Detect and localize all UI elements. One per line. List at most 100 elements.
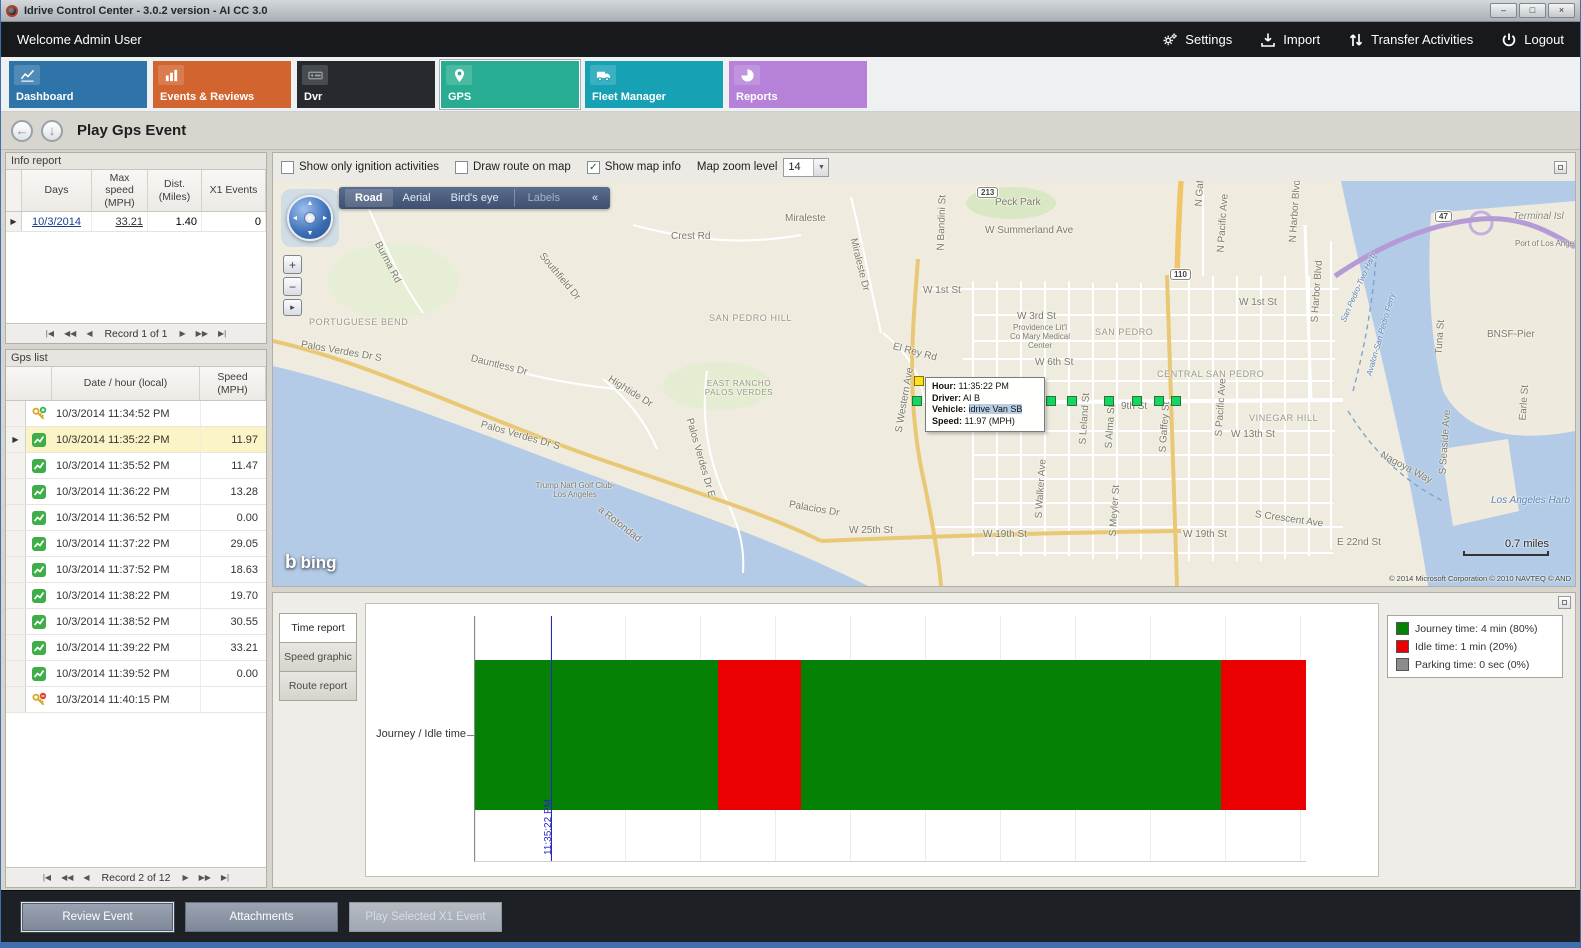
checkbox-draw-route-on-map[interactable]: Draw route on map <box>455 161 571 174</box>
module-tabs: DashboardEvents & ReviewsDvrGPSFleet Man… <box>1 57 1580 112</box>
row-indicator <box>6 661 26 686</box>
transfer-activities-button[interactable]: Transfer Activities <box>1348 32 1473 48</box>
zoom-out-button[interactable]: − <box>283 277 302 296</box>
chart-tab-time-report[interactable]: Time report <box>279 613 357 643</box>
zoom-in-button[interactable]: + <box>283 255 302 274</box>
day-link[interactable]: 10/3/2014 <box>32 216 81 228</box>
next-record-button[interactable]: ▶ <box>178 329 188 338</box>
tab-fleet-manager[interactable]: Fleet Manager <box>585 61 723 108</box>
chart-tabs: Time reportSpeed graphicRoute report <box>279 613 357 877</box>
column-days[interactable]: Days <box>22 170 92 211</box>
gps-list-row[interactable]: 10/3/2014 11:34:52 PM <box>6 401 266 427</box>
map-label: Trump Nat'l Golf Club-Los Angeles <box>531 481 619 499</box>
next-page-button[interactable]: ▶▶ <box>197 873 213 882</box>
gps-list-row[interactable]: 10/3/2014 11:38:52 PM 30.55 <box>6 609 266 635</box>
checkbox-show-only-ignition-activities[interactable]: Show only ignition activities <box>281 161 439 174</box>
maximize-button[interactable]: □ <box>1519 3 1546 18</box>
collapse-chart-panel-button[interactable] <box>1558 596 1571 609</box>
attachments-button[interactable]: Attachments <box>185 902 338 932</box>
gps-list-row[interactable]: 10/3/2014 11:39:52 PM 0.00 <box>6 661 266 687</box>
event-start-marker[interactable] <box>914 376 924 386</box>
gps-list-row[interactable]: ▶ 10/3/2014 11:35:22 PM 11.97 <box>6 427 266 453</box>
bing-b-icon: b <box>285 552 297 574</box>
info-report-row[interactable]: ▶ 10/3/2014 33.21 1.40 0 <box>6 212 266 232</box>
minimize-button[interactable]: – <box>1490 3 1517 18</box>
x1-events-value: 0 <box>202 212 266 231</box>
gps-point-marker[interactable] <box>1132 396 1142 406</box>
tab-events-reviews[interactable]: Events & Reviews <box>153 61 291 108</box>
tab-reports[interactable]: Reports <box>729 61 867 108</box>
map-label: W 6th St <box>1035 357 1073 368</box>
map[interactable]: MiralestePeck ParkW Summerland AveCrest … <box>273 181 1575 586</box>
gps-list-row[interactable]: 10/3/2014 11:39:22 PM 33.21 <box>6 635 266 661</box>
gps-speed: 18.63 <box>200 557 266 582</box>
collapse-map-panel-button[interactable] <box>1554 161 1567 174</box>
gps-point-marker[interactable] <box>1154 396 1164 406</box>
map-label: W 25th St <box>849 525 893 536</box>
logout-button[interactable]: Logout <box>1501 32 1564 48</box>
bing-logo[interactable]: b bing <box>285 552 337 574</box>
column-max-speed[interactable]: Max speed (MPH) <box>92 170 148 211</box>
settings-button[interactable]: Settings <box>1162 32 1232 48</box>
gps-list-row[interactable]: 10/3/2014 11:36:52 PM 0.00 <box>6 505 266 531</box>
prev-record-button[interactable]: ◀ <box>81 873 91 882</box>
map-scale: 0.7 miles <box>1463 538 1549 556</box>
gps-list-row[interactable]: 10/3/2014 11:36:22 PM 13.28 <box>6 479 266 505</box>
close-button[interactable]: × <box>1548 3 1575 18</box>
map-pan-control[interactable]: ▲ ▲ ▲ ▲ <box>281 189 339 247</box>
gps-point-marker[interactable] <box>1067 396 1077 406</box>
column-dist[interactable]: Dist. (Miles) <box>148 170 202 211</box>
gps-list-row[interactable]: 10/3/2014 11:37:52 PM 18.63 <box>6 557 266 583</box>
review-event-button[interactable]: Review Event <box>21 902 174 932</box>
prev-page-button[interactable]: ◀◀ <box>62 329 78 338</box>
map-view-labels[interactable]: Labels <box>514 189 570 207</box>
route-shield: 47 <box>1435 211 1452 222</box>
gps-list-row[interactable]: 10/3/2014 11:38:22 PM 19.70 <box>6 583 266 609</box>
map-view-road[interactable]: Road <box>345 189 393 207</box>
chart-tab-route-report[interactable]: Route report <box>279 671 357 701</box>
chart-tab-speed-graphic[interactable]: Speed graphic <box>279 642 357 672</box>
map-view-aerial[interactable]: Aerial <box>393 189 441 207</box>
prev-page-button[interactable]: ◀◀ <box>59 873 75 882</box>
map-zoom-select[interactable]: 14 ▼ <box>783 158 829 177</box>
nav-back-button[interactable]: ← <box>11 120 33 142</box>
gps-point-marker[interactable] <box>1104 396 1114 406</box>
first-record-button[interactable]: |◀ <box>44 329 56 338</box>
map-label: Peck Park <box>995 197 1041 208</box>
row-indicator <box>6 401 26 426</box>
expand-button[interactable]: ▸ <box>283 299 302 316</box>
import-button[interactable]: Import <box>1260 32 1320 48</box>
column-datetime[interactable]: Date / hour (local) <box>52 367 200 400</box>
nav-down-button[interactable]: ↓ <box>41 120 63 142</box>
gps-point-marker[interactable] <box>912 396 922 406</box>
max-speed-link[interactable]: 33.21 <box>115 216 143 228</box>
last-record-button[interactable]: ▶| <box>216 329 228 338</box>
gps-list-row[interactable]: 10/3/2014 11:37:22 PM 29.05 <box>6 531 266 557</box>
dist-value: 1.40 <box>148 212 202 231</box>
first-record-button[interactable]: |◀ <box>41 873 53 882</box>
column-speed[interactable]: Speed (MPH) <box>200 367 266 400</box>
info-report-header: Info report <box>6 153 266 170</box>
checkbox-show-map-info[interactable]: ✓Show map info <box>587 161 681 174</box>
category-label: Journey / Idle time <box>370 728 466 740</box>
last-record-button[interactable]: ▶| <box>219 873 231 882</box>
gps-list-row[interactable]: 10/3/2014 11:40:15 PM <box>6 687 266 713</box>
collapse-map-menu-button[interactable]: « <box>586 189 604 207</box>
map-view-bird-s-eye[interactable]: Bird's eye <box>441 189 509 207</box>
prev-record-button[interactable]: ◀ <box>84 329 94 338</box>
legend-item: Parking time: 0 sec (0%) <box>1396 658 1554 671</box>
gps-point-marker[interactable] <box>1171 396 1181 406</box>
legend-swatch <box>1396 640 1409 653</box>
play-selected-x1-event-button[interactable]: Play Selected X1 Event <box>349 902 502 932</box>
map-label: Providence Lit'l Co Mary Medical Center <box>1009 323 1071 351</box>
gps-list-row[interactable]: 10/3/2014 11:35:52 PM 11.47 <box>6 453 266 479</box>
bar-segment-journey <box>801 660 1221 810</box>
tab-dashboard[interactable]: Dashboard <box>9 61 147 108</box>
next-record-button[interactable]: ▶ <box>180 873 190 882</box>
tab-dvr[interactable]: Dvr <box>297 61 435 108</box>
column-x1-events[interactable]: X1 Events <box>202 170 266 211</box>
gps-point-marker[interactable] <box>1046 396 1056 406</box>
left-column: Info report Days Max speed (MPH) Dist. (… <box>5 152 267 888</box>
tab-gps[interactable]: GPS <box>441 61 579 108</box>
next-page-button[interactable]: ▶▶ <box>194 329 210 338</box>
